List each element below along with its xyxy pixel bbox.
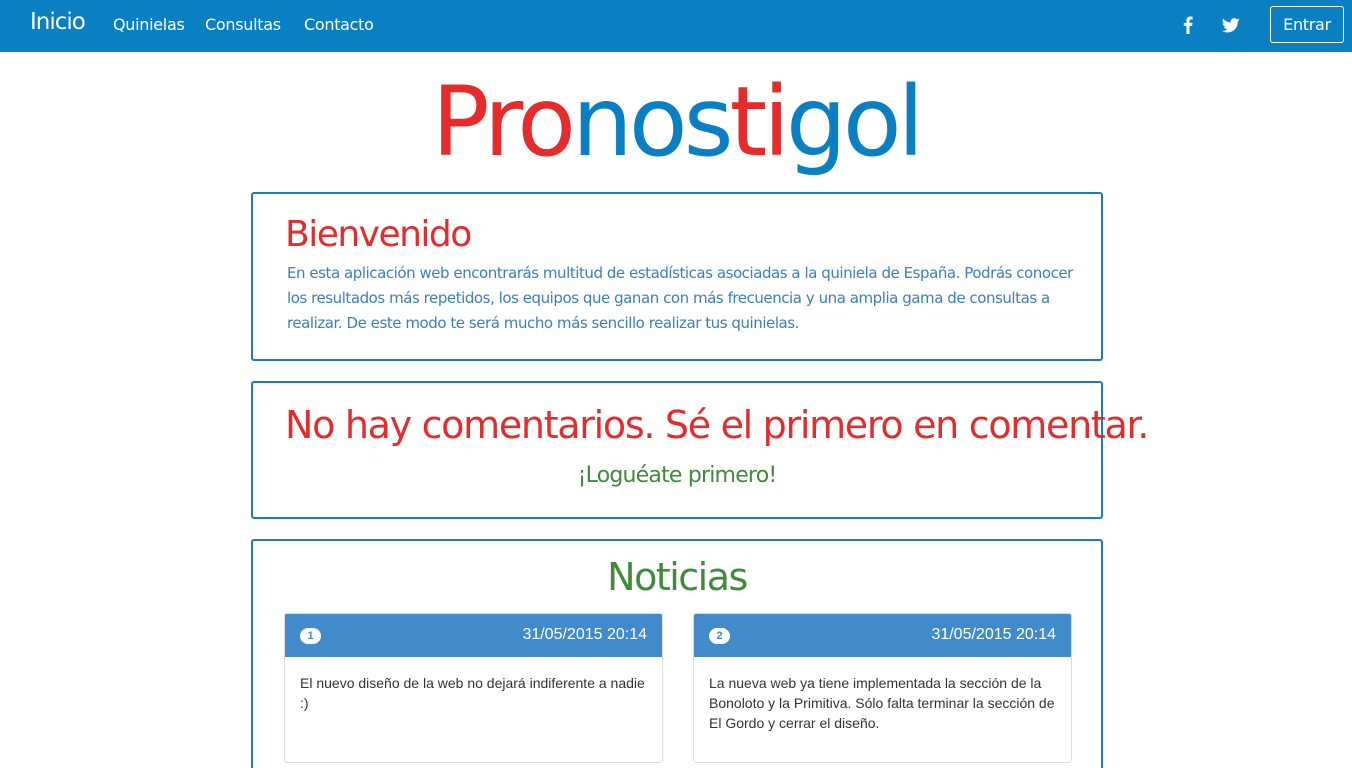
- news-date: 31/05/2015 20:14: [931, 626, 1056, 643]
- top-navbar: Inicio Quinielas Consultas Contacto Entr…: [0, 0, 1352, 52]
- news-title: Noticias: [607, 555, 748, 599]
- news-card: 1 31/05/2015 20:14 El nuevo diseño de la…: [284, 613, 663, 763]
- news-number-badge: 2: [709, 628, 730, 644]
- twitter-icon[interactable]: [1221, 14, 1241, 36]
- logo-segment: ti: [729, 66, 790, 178]
- brand-home-link[interactable]: Inicio: [30, 9, 86, 35]
- welcome-title: Bienvenido: [285, 214, 472, 255]
- welcome-panel: Bienvenido En esta aplicación web encont…: [251, 192, 1103, 361]
- news-text: La nueva web ya tiene implementada la se…: [709, 675, 1055, 731]
- news-date: 31/05/2015 20:14: [522, 626, 647, 643]
- nav-link-contacto[interactable]: Contacto: [304, 15, 374, 34]
- logo-segment: nos: [572, 66, 734, 178]
- news-card: 2 31/05/2015 20:14 La nueva web ya tiene…: [693, 613, 1072, 763]
- news-number-badge: 1: [300, 628, 321, 644]
- login-button[interactable]: Entrar: [1270, 6, 1344, 43]
- logo-segment: gol: [785, 66, 924, 178]
- news-card-header: 2 31/05/2015 20:14: [694, 614, 1071, 657]
- no-comments-message: No hay comentarios. Sé el primero en com…: [285, 403, 1149, 447]
- news-panel: Noticias 1 31/05/2015 20:14 El nuevo dis…: [251, 539, 1103, 768]
- welcome-text: En esta aplicación web encontrarás multi…: [287, 264, 1073, 332]
- nav-link-consultas[interactable]: Consultas: [205, 15, 281, 34]
- login-first-link[interactable]: ¡Loguéate primero!: [253, 463, 1101, 488]
- comments-panel: No hay comentarios. Sé el primero en com…: [251, 381, 1149, 519]
- nav-link-quinielas[interactable]: Quinielas: [113, 15, 185, 34]
- news-text: El nuevo diseño de la web no dejará indi…: [300, 675, 645, 711]
- facebook-icon[interactable]: [1178, 14, 1198, 36]
- site-logo: Pronostigol: [0, 62, 1352, 182]
- logo-segment: Pro: [431, 66, 576, 178]
- news-card-header: 1 31/05/2015 20:14: [285, 614, 662, 657]
